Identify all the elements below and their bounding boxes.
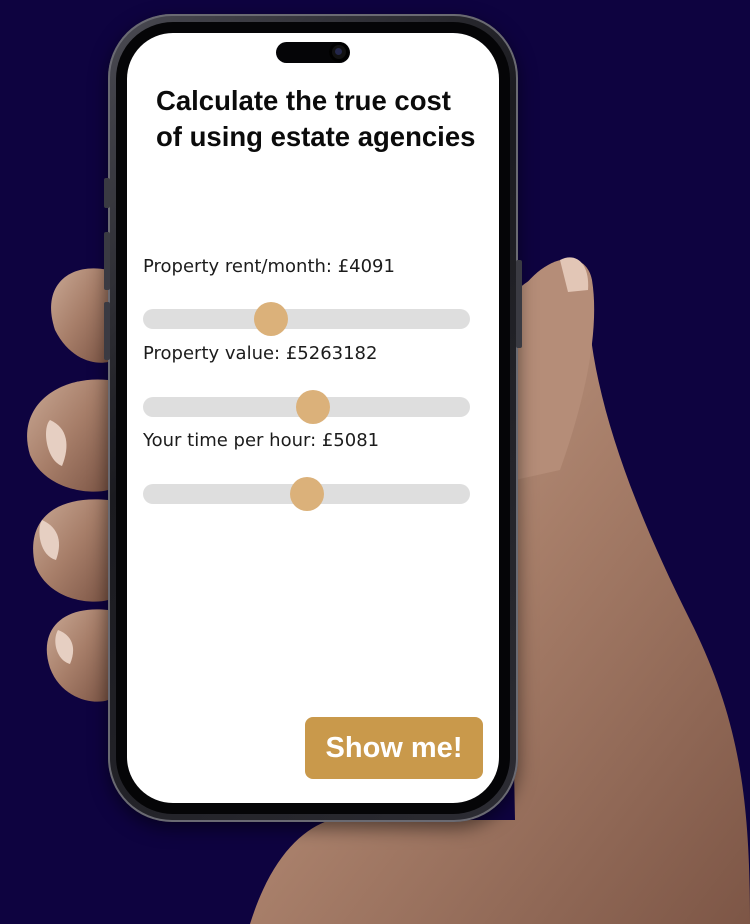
rent-slider-label: Property rent/month: £4091 <box>143 256 395 277</box>
phone-volume-down-button <box>104 302 110 360</box>
time-slider[interactable] <box>143 477 470 511</box>
phone-side-button <box>104 178 110 208</box>
rent-slider-thumb[interactable] <box>253 302 288 336</box>
time-slider-thumb[interactable] <box>289 477 324 511</box>
value-slider-label: Property value: £5263182 <box>143 343 378 364</box>
calculator-title: Calculate the true cost of using estate … <box>156 85 476 152</box>
show-me-button[interactable]: Show me! <box>305 717 483 779</box>
phone-volume-up-button <box>104 232 110 290</box>
phone-screen: Calculate the true cost of using estate … <box>127 33 499 803</box>
rent-slider[interactable] <box>143 302 470 336</box>
time-slider-label: Your time per hour: £5081 <box>143 430 380 451</box>
value-slider[interactable] <box>143 390 470 424</box>
value-slider-thumb[interactable] <box>296 390 331 424</box>
phone-power-button <box>516 260 522 348</box>
front-camera-icon <box>329 42 349 62</box>
